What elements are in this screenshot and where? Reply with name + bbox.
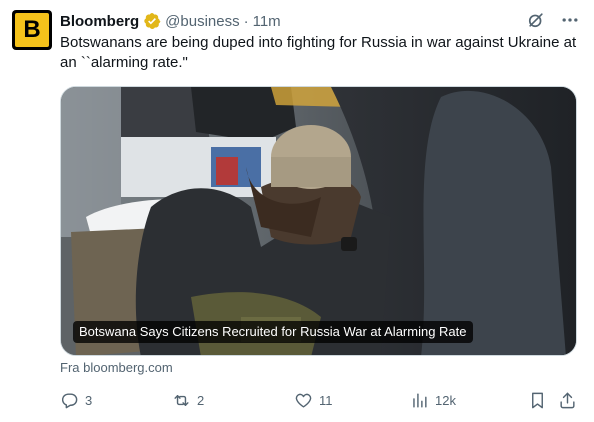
repost-icon — [172, 391, 191, 410]
share-button[interactable] — [558, 385, 577, 415]
action-bar: 3 2 11 12k — [52, 385, 584, 415]
more-icon[interactable] — [560, 10, 580, 30]
verified-badge-icon[interactable] — [143, 12, 161, 30]
views-icon — [410, 391, 429, 410]
avatar[interactable]: B — [12, 10, 52, 50]
reply-button[interactable]: 3 — [60, 385, 92, 415]
card-headline: Botswana Says Citizens Recruited for Rus… — [73, 321, 473, 343]
views-count: 12k — [435, 392, 456, 408]
like-icon — [294, 391, 313, 410]
timestamp[interactable]: 11m — [253, 13, 281, 30]
tweet[interactable]: B Bloomberg @business · 11m Botswanans a… — [0, 0, 594, 422]
top-actions — [526, 10, 580, 30]
bookmark-icon — [528, 391, 547, 410]
handle[interactable]: @business — [165, 13, 239, 30]
like-count: 11 — [319, 392, 333, 408]
card-photo — [61, 87, 576, 355]
repost-button[interactable]: 2 — [172, 385, 204, 415]
reply-icon — [60, 391, 79, 410]
tweet-header: Bloomberg @business · 11m — [60, 11, 281, 31]
bookmark-button[interactable] — [528, 385, 547, 415]
tweet-text: Botswanans are being duped into fighting… — [60, 34, 577, 71]
share-icon — [558, 391, 577, 410]
grok-icon[interactable] — [526, 10, 546, 30]
like-button[interactable]: 11 — [294, 385, 333, 415]
display-name[interactable]: Bloomberg — [60, 13, 139, 30]
views-button[interactable]: 12k — [410, 385, 456, 415]
card-source[interactable]: Fra bloomberg.com — [60, 360, 173, 375]
reply-count: 3 — [85, 392, 93, 408]
repost-count: 2 — [197, 392, 205, 408]
link-card[interactable]: Botswana Says Citizens Recruited for Rus… — [60, 86, 577, 356]
separator: · — [243, 12, 249, 30]
avatar-logo: B — [15, 13, 49, 47]
